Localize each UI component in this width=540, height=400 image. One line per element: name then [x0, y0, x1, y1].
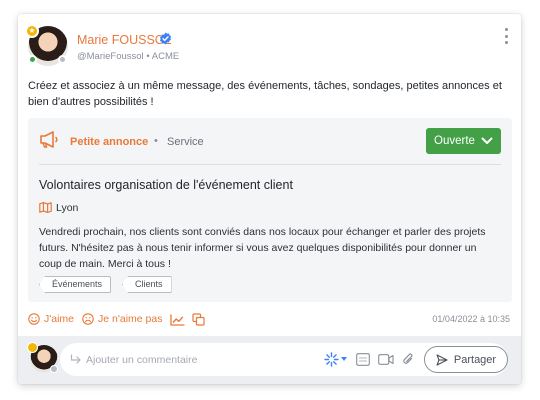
- like-button[interactable]: J'aime: [28, 313, 74, 325]
- author-subline: @MarieFoussol • ACME: [77, 51, 179, 62]
- comment-bar: Partager: [18, 336, 521, 384]
- more-options-icon[interactable]: [503, 28, 509, 44]
- copy-icon[interactable]: [192, 313, 205, 326]
- author-avatar[interactable]: ★: [25, 24, 68, 66]
- star-badge-icon: [27, 342, 38, 353]
- megaphone-icon: [40, 131, 58, 148]
- author-company[interactable]: ACME: [152, 51, 179, 62]
- online-status-icon: [28, 55, 37, 64]
- dislike-label: Je n'aime pas: [98, 313, 163, 325]
- ad-type-separator: •: [154, 135, 158, 147]
- post-timestamp: 01/04/2022 à 10:35: [432, 314, 510, 324]
- comment-input[interactable]: [86, 351, 306, 368]
- sparkle-icon[interactable]: [324, 352, 339, 367]
- ad-status-dropdown[interactable]: Ouverte: [426, 128, 501, 154]
- commenter-avatar: [27, 342, 58, 373]
- status-label: Ouverte: [434, 135, 475, 147]
- ad-description: Vendredi prochain, nos clients sont conv…: [39, 226, 486, 270]
- caret-down-icon[interactable]: [341, 357, 347, 361]
- share-button[interactable]: Partager: [424, 346, 508, 373]
- author-name[interactable]: Marie FOUSSOL: [77, 33, 171, 47]
- verified-icon: [160, 32, 171, 45]
- presence-icon: [50, 365, 58, 373]
- post-actions: J'aime Je n'aime pas 01/04/2022 à 10:35: [28, 313, 512, 329]
- chevron-down-icon: [481, 137, 493, 144]
- tag-clients[interactable]: Clients: [122, 276, 172, 293]
- send-icon: [436, 353, 448, 366]
- tag-evenements[interactable]: Événements: [39, 276, 112, 293]
- dislike-button[interactable]: Je n'aime pas: [82, 313, 162, 325]
- reply-arrow-icon: [70, 354, 81, 364]
- frown-icon: [82, 313, 94, 325]
- subline-separator: •: [146, 51, 150, 62]
- ad-location: Lyon: [56, 202, 79, 214]
- attachment-icon[interactable]: [402, 351, 414, 367]
- ad-title: Volontaires organisation de l'événement …: [39, 178, 293, 192]
- ad-type-label: Petite annonce: [70, 136, 149, 148]
- share-label: Partager: [453, 353, 497, 366]
- ad-divider: [39, 164, 501, 165]
- comment-field: Partager: [60, 343, 508, 376]
- classified-ad-block[interactable]: Petite annonce • Service Ouverte Volonta…: [28, 118, 512, 302]
- map-icon: [39, 202, 52, 213]
- trend-chart-icon[interactable]: [170, 314, 185, 326]
- presence-icon: [58, 55, 67, 64]
- post-text: Créez et associez à un même message, des…: [28, 80, 502, 108]
- smile-icon: [28, 313, 40, 325]
- video-icon[interactable]: [378, 354, 394, 365]
- gif-icon[interactable]: [356, 353, 370, 366]
- post-card: ★ Marie FOUSSOL @MarieFoussol • ACME Cré…: [18, 14, 521, 384]
- author-handle[interactable]: @MarieFoussol: [77, 51, 144, 62]
- star-badge-icon: ★: [25, 24, 39, 38]
- like-label: J'aime: [44, 313, 75, 325]
- ad-category: Service: [167, 136, 204, 148]
